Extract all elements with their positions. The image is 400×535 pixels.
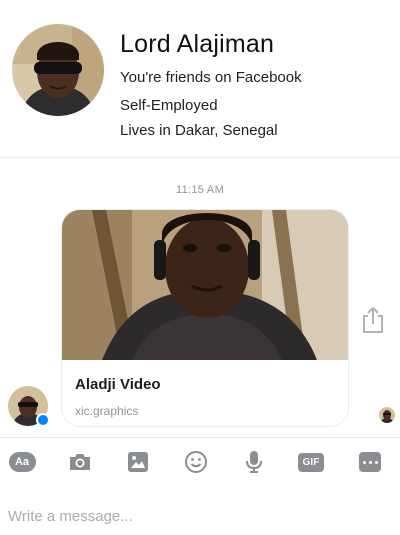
composer-toolbar: Aa GIF <box>0 441 400 483</box>
card-caption[interactable]: Aladji Video xic.graphics <box>62 360 348 426</box>
profile-location: Lives in Dakar, Senegal <box>120 122 278 139</box>
composer-divider <box>0 437 400 438</box>
share-icon[interactable] <box>360 305 386 335</box>
camera-button[interactable] <box>66 450 94 474</box>
sender-avatar[interactable] <box>8 386 50 427</box>
card-source: xic.graphics <box>75 404 139 418</box>
text-style-icon: Aa <box>8 452 36 472</box>
emoji-icon <box>185 451 207 473</box>
message-timestamp: 11:15 AM <box>175 184 225 196</box>
friend-status: You're friends on Facebook <box>120 69 302 86</box>
more-icon <box>359 452 381 472</box>
shared-video-card[interactable]: Aladji Video xic.graphics <box>62 210 348 426</box>
gif-icon: GIF <box>298 452 324 472</box>
profile-header: Lord Alajiman You're friends on Facebook… <box>0 0 400 157</box>
gif-button[interactable]: GIF <box>297 450 325 474</box>
seen-indicator-avatar <box>379 407 395 423</box>
text-style-button[interactable]: Aa <box>8 450 36 474</box>
profile-avatar[interactable] <box>12 24 104 116</box>
header-divider <box>0 157 400 158</box>
video-thumbnail[interactable] <box>62 210 348 360</box>
card-title: Aladji Video <box>75 376 161 393</box>
messenger-badge-icon <box>36 413 50 427</box>
profile-name: Lord Alajiman <box>120 30 275 58</box>
image-icon <box>128 452 148 472</box>
microphone-button[interactable] <box>240 450 268 474</box>
emoji-button[interactable] <box>182 450 210 474</box>
message-input[interactable] <box>0 500 400 532</box>
camera-icon <box>70 454 90 470</box>
more-button[interactable] <box>356 450 384 474</box>
microphone-icon <box>246 451 262 473</box>
image-button[interactable] <box>124 450 152 474</box>
profile-work: Self-Employed <box>120 97 218 114</box>
